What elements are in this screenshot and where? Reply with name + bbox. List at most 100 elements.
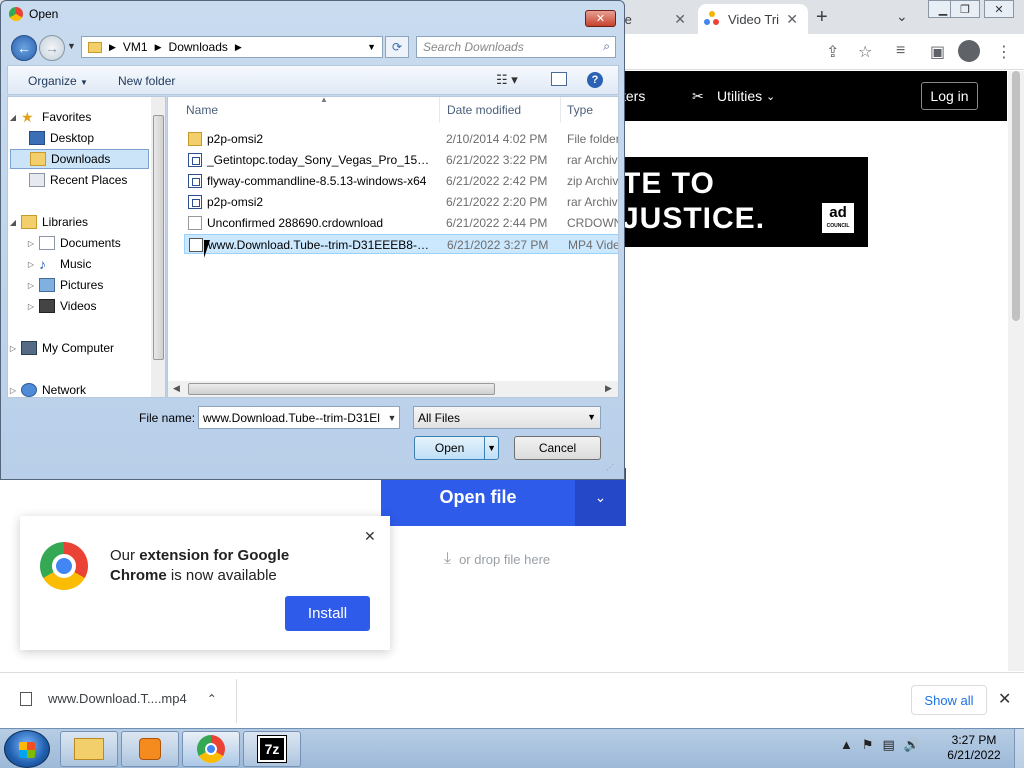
file-row[interactable]: Unconfirmed 288690.crdownload 6/21/2022 … <box>184 213 618 233</box>
scrollbar-thumb[interactable] <box>1012 71 1020 321</box>
download-item[interactable]: www.Download.T....mp4 ⌃ <box>20 691 217 706</box>
close-icon[interactable]: ✕ <box>674 11 686 28</box>
nav-item-filters[interactable]: ters <box>622 88 645 104</box>
search-input[interactable]: Search Downloads ⌕ <box>416 36 616 58</box>
refresh-button[interactable]: ⟳ <box>385 36 409 58</box>
file-row[interactable]: _Getintopc.today_Sony_Vegas_Pro_15.0.0 6… <box>184 150 618 170</box>
bookmark-star-icon[interactable]: ☆ <box>858 42 872 62</box>
open-button[interactable]: Open ▼ <box>414 436 499 460</box>
chevron-down-icon: ⌄ <box>766 91 776 103</box>
nav-desktop[interactable]: Desktop <box>26 128 94 148</box>
nav-favorites[interactable]: ◢ ★ Favorites <box>8 107 91 127</box>
close-icon[interactable]: ✕ <box>364 528 376 545</box>
new-tab-icon[interactable]: + <box>816 6 828 29</box>
chevron-right-icon: ▶ <box>234 41 242 52</box>
column-header-type[interactable]: Type <box>563 97 618 123</box>
profile-avatar-icon[interactable] <box>958 40 980 62</box>
start-button[interactable] <box>4 730 50 768</box>
side-panel-icon[interactable]: ▣ <box>930 42 945 62</box>
action-center-icon[interactable]: ⚑ <box>862 737 874 753</box>
file-name-input[interactable]: www.Download.Tube--trim-D31El <box>198 406 400 429</box>
organize-button[interactable]: Organize ▼ <box>28 74 88 88</box>
network-status-icon[interactable]: ▤ <box>883 737 895 753</box>
expander-icon[interactable]: ◢ <box>8 218 18 227</box>
install-button[interactable]: Install <box>285 596 370 631</box>
resize-grip-icon[interactable]: ⋰ <box>606 463 614 472</box>
nav-videos[interactable]: ▷ Videos <box>26 296 96 316</box>
file-row[interactable]: flyway-commandline-8.5.13-windows-x64 6/… <box>184 171 618 191</box>
volume-icon[interactable]: 🔊 <box>904 737 920 753</box>
chevron-up-icon[interactable]: ⌃ <box>207 692 217 706</box>
breadcrumb-vm1[interactable]: VM1 <box>123 40 148 54</box>
forward-button[interactable]: → <box>39 35 65 61</box>
close-icon[interactable]: ✕ <box>984 0 1014 18</box>
scroll-left-icon[interactable]: ◀ <box>173 383 180 394</box>
media-queue-icon[interactable]: ≡ <box>896 42 905 60</box>
taskbar-7zip[interactable]: 7z <box>243 731 301 767</box>
download-file-name: www.Download.T....mp4 <box>48 691 187 706</box>
more-menu-icon[interactable]: ⋮ <box>996 42 1012 62</box>
tab-video-trimmer[interactable]: Video Tri ✕ <box>698 4 808 34</box>
scrollbar-thumb[interactable] <box>153 115 164 360</box>
expander-icon[interactable]: ▷ <box>26 239 36 248</box>
help-icon[interactable]: ? <box>587 72 603 88</box>
scrollbar-thumb[interactable] <box>188 383 495 395</box>
show-all-button[interactable]: Show all <box>911 685 987 715</box>
chevron-down-icon[interactable]: ▼ <box>385 407 399 428</box>
expander-icon[interactable]: ▷ <box>26 281 36 290</box>
horizontal-scrollbar[interactable]: ◀ ▶ <box>168 381 618 397</box>
cancel-button[interactable]: Cancel <box>514 436 601 460</box>
nav-libraries[interactable]: ◢ Libraries <box>8 212 88 232</box>
expander-icon[interactable]: ▷ <box>26 260 36 269</box>
column-header-name[interactable]: Name ▲ <box>182 97 440 123</box>
view-options-icon[interactable]: ☷ ▾ <box>496 72 518 88</box>
chevron-down-icon[interactable]: ▼ <box>367 42 376 52</box>
nav-network[interactable]: ▷ Network <box>8 380 86 397</box>
expander-icon[interactable]: ▷ <box>8 386 18 395</box>
file-type-select[interactable]: All Files ▼ <box>413 406 601 429</box>
ad-banner[interactable]: TE TO JUSTICE. ad COUNCIL <box>600 157 868 247</box>
document-icon <box>188 216 202 230</box>
recent-locations-icon[interactable]: ▼ <box>67 41 76 51</box>
libraries-icon <box>21 215 37 229</box>
nav-my-computer[interactable]: ▷ My Computer <box>8 338 114 358</box>
archive-icon <box>188 174 202 188</box>
taskbar-media-player[interactable] <box>121 731 179 767</box>
login-button[interactable]: Log in <box>921 82 978 110</box>
close-icon[interactable]: ✕ <box>998 689 1011 709</box>
nav-music[interactable]: ▷ ♪ Music <box>26 254 91 274</box>
system-clock[interactable]: 3:27 PM 6/21/2022 <box>936 733 1012 763</box>
share-icon[interactable]: ⇪ <box>826 42 839 62</box>
breadcrumb-downloads[interactable]: Downloads <box>169 40 228 54</box>
file-row[interactable]: p2p-omsi2 6/21/2022 2:20 PM rar Archive <box>184 192 618 212</box>
column-header-date[interactable]: Date modified <box>443 97 561 123</box>
preview-pane-icon[interactable] <box>551 72 567 86</box>
navigation-scrollbar[interactable] <box>151 97 165 397</box>
nav-documents[interactable]: ▷ Documents <box>26 233 121 253</box>
nav-downloads[interactable]: Downloads <box>10 149 149 169</box>
expander-icon[interactable]: ▷ <box>8 344 18 353</box>
taskbar-chrome[interactable] <box>182 731 240 767</box>
chevron-down-icon[interactable]: ⌄ <box>896 8 908 25</box>
show-hidden-icons-icon[interactable]: ▲ <box>840 737 853 753</box>
file-row[interactable]: p2p-omsi2 2/10/2014 4:02 PM File folder <box>184 129 618 149</box>
expander-icon[interactable]: ◢ <box>8 113 18 122</box>
new-folder-button[interactable]: New folder <box>118 74 175 88</box>
nav-pictures[interactable]: ▷ Pictures <box>26 275 103 295</box>
file-row-selected[interactable]: www.Download.Tube--trim-D31EEEB8-C... 6/… <box>184 234 618 254</box>
scroll-right-icon[interactable]: ▶ <box>605 383 612 394</box>
video-file-icon <box>189 238 203 252</box>
back-button[interactable]: ← <box>11 35 37 61</box>
expander-icon[interactable]: ▷ <box>26 302 36 311</box>
show-desktop-button[interactable] <box>1014 729 1024 768</box>
close-icon[interactable]: ✕ <box>786 11 798 28</box>
drop-zone[interactable]: ⤓ or drop file here <box>444 550 550 568</box>
nav-recent-places[interactable]: Recent Places <box>26 170 127 190</box>
taskbar-explorer[interactable] <box>60 731 118 767</box>
address-breadcrumb[interactable]: ▶ VM1 ▶ Downloads ▶ ▼ <box>81 36 383 58</box>
chevron-down-icon[interactable]: ▼ <box>484 437 498 459</box>
nav-item-utilities[interactable]: Utilities <box>717 88 762 104</box>
page-scrollbar[interactable] <box>1008 71 1024 671</box>
dialog-close-button[interactable]: ✕ <box>585 10 616 27</box>
restore-icon[interactable]: ❐ <box>950 0 980 18</box>
